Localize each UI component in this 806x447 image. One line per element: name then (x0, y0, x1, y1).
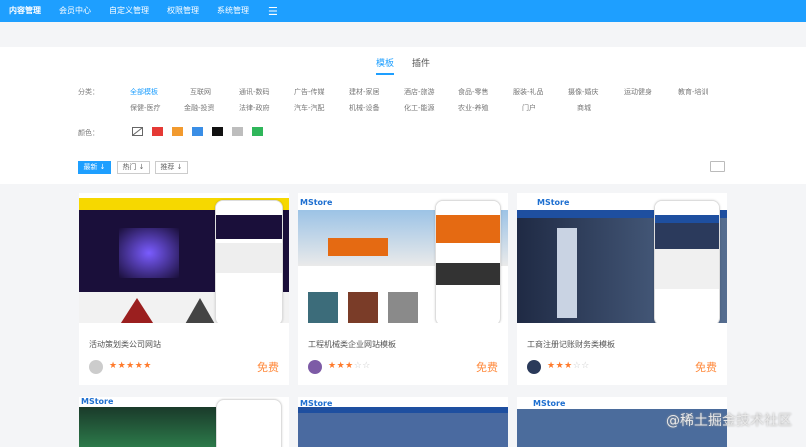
color-swatch-blue[interactable] (192, 127, 203, 136)
avatar (527, 360, 541, 374)
template-card[interactable]: 活动策划类公司网站 ★★★★★ 免费 (79, 193, 289, 385)
category-health[interactable]: 保健-医疗 (130, 103, 161, 113)
sort-recommend-label: 推荐 (160, 163, 175, 171)
sort-recommend-button[interactable]: 推荐 ↓ (155, 161, 188, 174)
category-finance[interactable]: 金融-投资 (184, 103, 215, 113)
color-swatch-orange[interactable] (172, 127, 183, 136)
hamburger-icon[interactable]: ☰ (258, 5, 288, 18)
template-title: 活动策划类公司网站 (89, 340, 161, 349)
category-education[interactable]: 教育-培训 (678, 87, 709, 97)
template-thumbnail: MStore (298, 198, 508, 323)
color-swatch-green[interactable] (252, 127, 263, 136)
rating-stars: ★★★☆☆ (328, 361, 371, 371)
sort-hot-label: 热门 (122, 163, 137, 171)
template-title: 工程机械类企业网站模板 (308, 340, 396, 349)
mobile-preview (654, 200, 720, 323)
mobile-preview (216, 399, 282, 447)
tab-plugins[interactable]: 插件 (412, 56, 430, 75)
category-mall[interactable]: 商城 (577, 103, 591, 113)
page-spacer (0, 22, 806, 47)
template-card[interactable]: MStore (79, 397, 289, 447)
sort-newest-button[interactable]: 最新 ↓ (78, 161, 111, 174)
template-title: 工商注册记账财务类模板 (527, 340, 615, 349)
avatar (308, 360, 322, 374)
price-badge: 免费 (695, 361, 717, 374)
category-food[interactable]: 食品-零售 (458, 87, 489, 97)
sort-newest-label: 最新 (83, 163, 98, 171)
category-internet[interactable]: 互联网 (190, 87, 211, 97)
category-auto[interactable]: 汽车-汽配 (294, 103, 325, 113)
category-chemical[interactable]: 化工-能源 (404, 103, 435, 113)
price-badge: 免费 (476, 361, 498, 374)
mobile-preview (435, 200, 501, 323)
device-preview-icon[interactable] (710, 161, 725, 172)
nav-permission-management[interactable]: 权限管理 (158, 0, 208, 22)
category-sports[interactable]: 运动健身 (624, 87, 652, 97)
top-navigation: 内容管理 会员中心 自定义管理 权限管理 系统管理 ☰ (0, 0, 806, 22)
nav-custom-management[interactable]: 自定义管理 (100, 0, 158, 22)
category-home[interactable]: 建材-家居 (349, 87, 380, 97)
category-label: 分类： (78, 88, 99, 96)
brand-logo: MStore (300, 198, 333, 207)
arrow-down-icon: ↓ (99, 163, 106, 171)
template-thumbnail (79, 198, 289, 323)
category-all[interactable]: 全部模板 (130, 87, 158, 97)
category-hotel[interactable]: 酒店-旅游 (404, 87, 435, 97)
color-swatch-black[interactable] (212, 127, 223, 136)
price-badge: 免费 (257, 361, 279, 374)
category-clothing[interactable]: 服装-礼品 (513, 87, 544, 97)
category-law[interactable]: 法律-政府 (239, 103, 270, 113)
mobile-preview (215, 200, 283, 323)
color-label: 颜色： (78, 129, 99, 137)
template-card[interactable]: MStore 工程机械类企业网站模板 ★★★☆☆ 免费 (298, 193, 508, 385)
color-swatch-gray[interactable] (232, 127, 243, 136)
tab-templates[interactable]: 模板 (376, 56, 395, 75)
rating-stars: ★★★☆☆ (547, 361, 590, 371)
category-portal[interactable]: 门户 (522, 103, 536, 113)
color-swatch-all[interactable] (132, 127, 143, 136)
arrow-down-icon: ↓ (176, 163, 183, 171)
arrow-down-icon: ↓ (138, 163, 145, 171)
avatar (89, 360, 103, 374)
watermark: @稀土掘金技术社区 (666, 413, 792, 429)
brand-logo: MStore (81, 397, 114, 406)
template-card[interactable]: MStore (298, 397, 508, 447)
category-digital[interactable]: 通讯-数码 (239, 87, 270, 97)
color-swatch-red[interactable] (152, 127, 163, 136)
category-wedding[interactable]: 摄像-婚庆 (568, 87, 599, 97)
brand-logo: MStore (537, 198, 570, 207)
brand-logo: MStore (533, 399, 566, 408)
rating-stars: ★★★★★ (109, 361, 152, 371)
nav-content-management[interactable]: 内容管理 (0, 0, 50, 22)
category-machinery[interactable]: 机械-设备 (349, 103, 380, 113)
template-thumbnail: MStore (517, 198, 727, 323)
type-tabs: 模板 插件 (376, 56, 430, 75)
nav-member-center[interactable]: 会员中心 (50, 0, 100, 22)
nav-system-management[interactable]: 系统管理 (208, 0, 258, 22)
template-card[interactable]: MStore 工商注册记账财务类模板 ★★★☆☆ 免费 (517, 193, 727, 385)
sort-hot-button[interactable]: 热门 ↓ (117, 161, 150, 174)
category-agriculture[interactable]: 农业-养殖 (458, 103, 489, 113)
category-media[interactable]: 广告-传媒 (294, 87, 325, 97)
